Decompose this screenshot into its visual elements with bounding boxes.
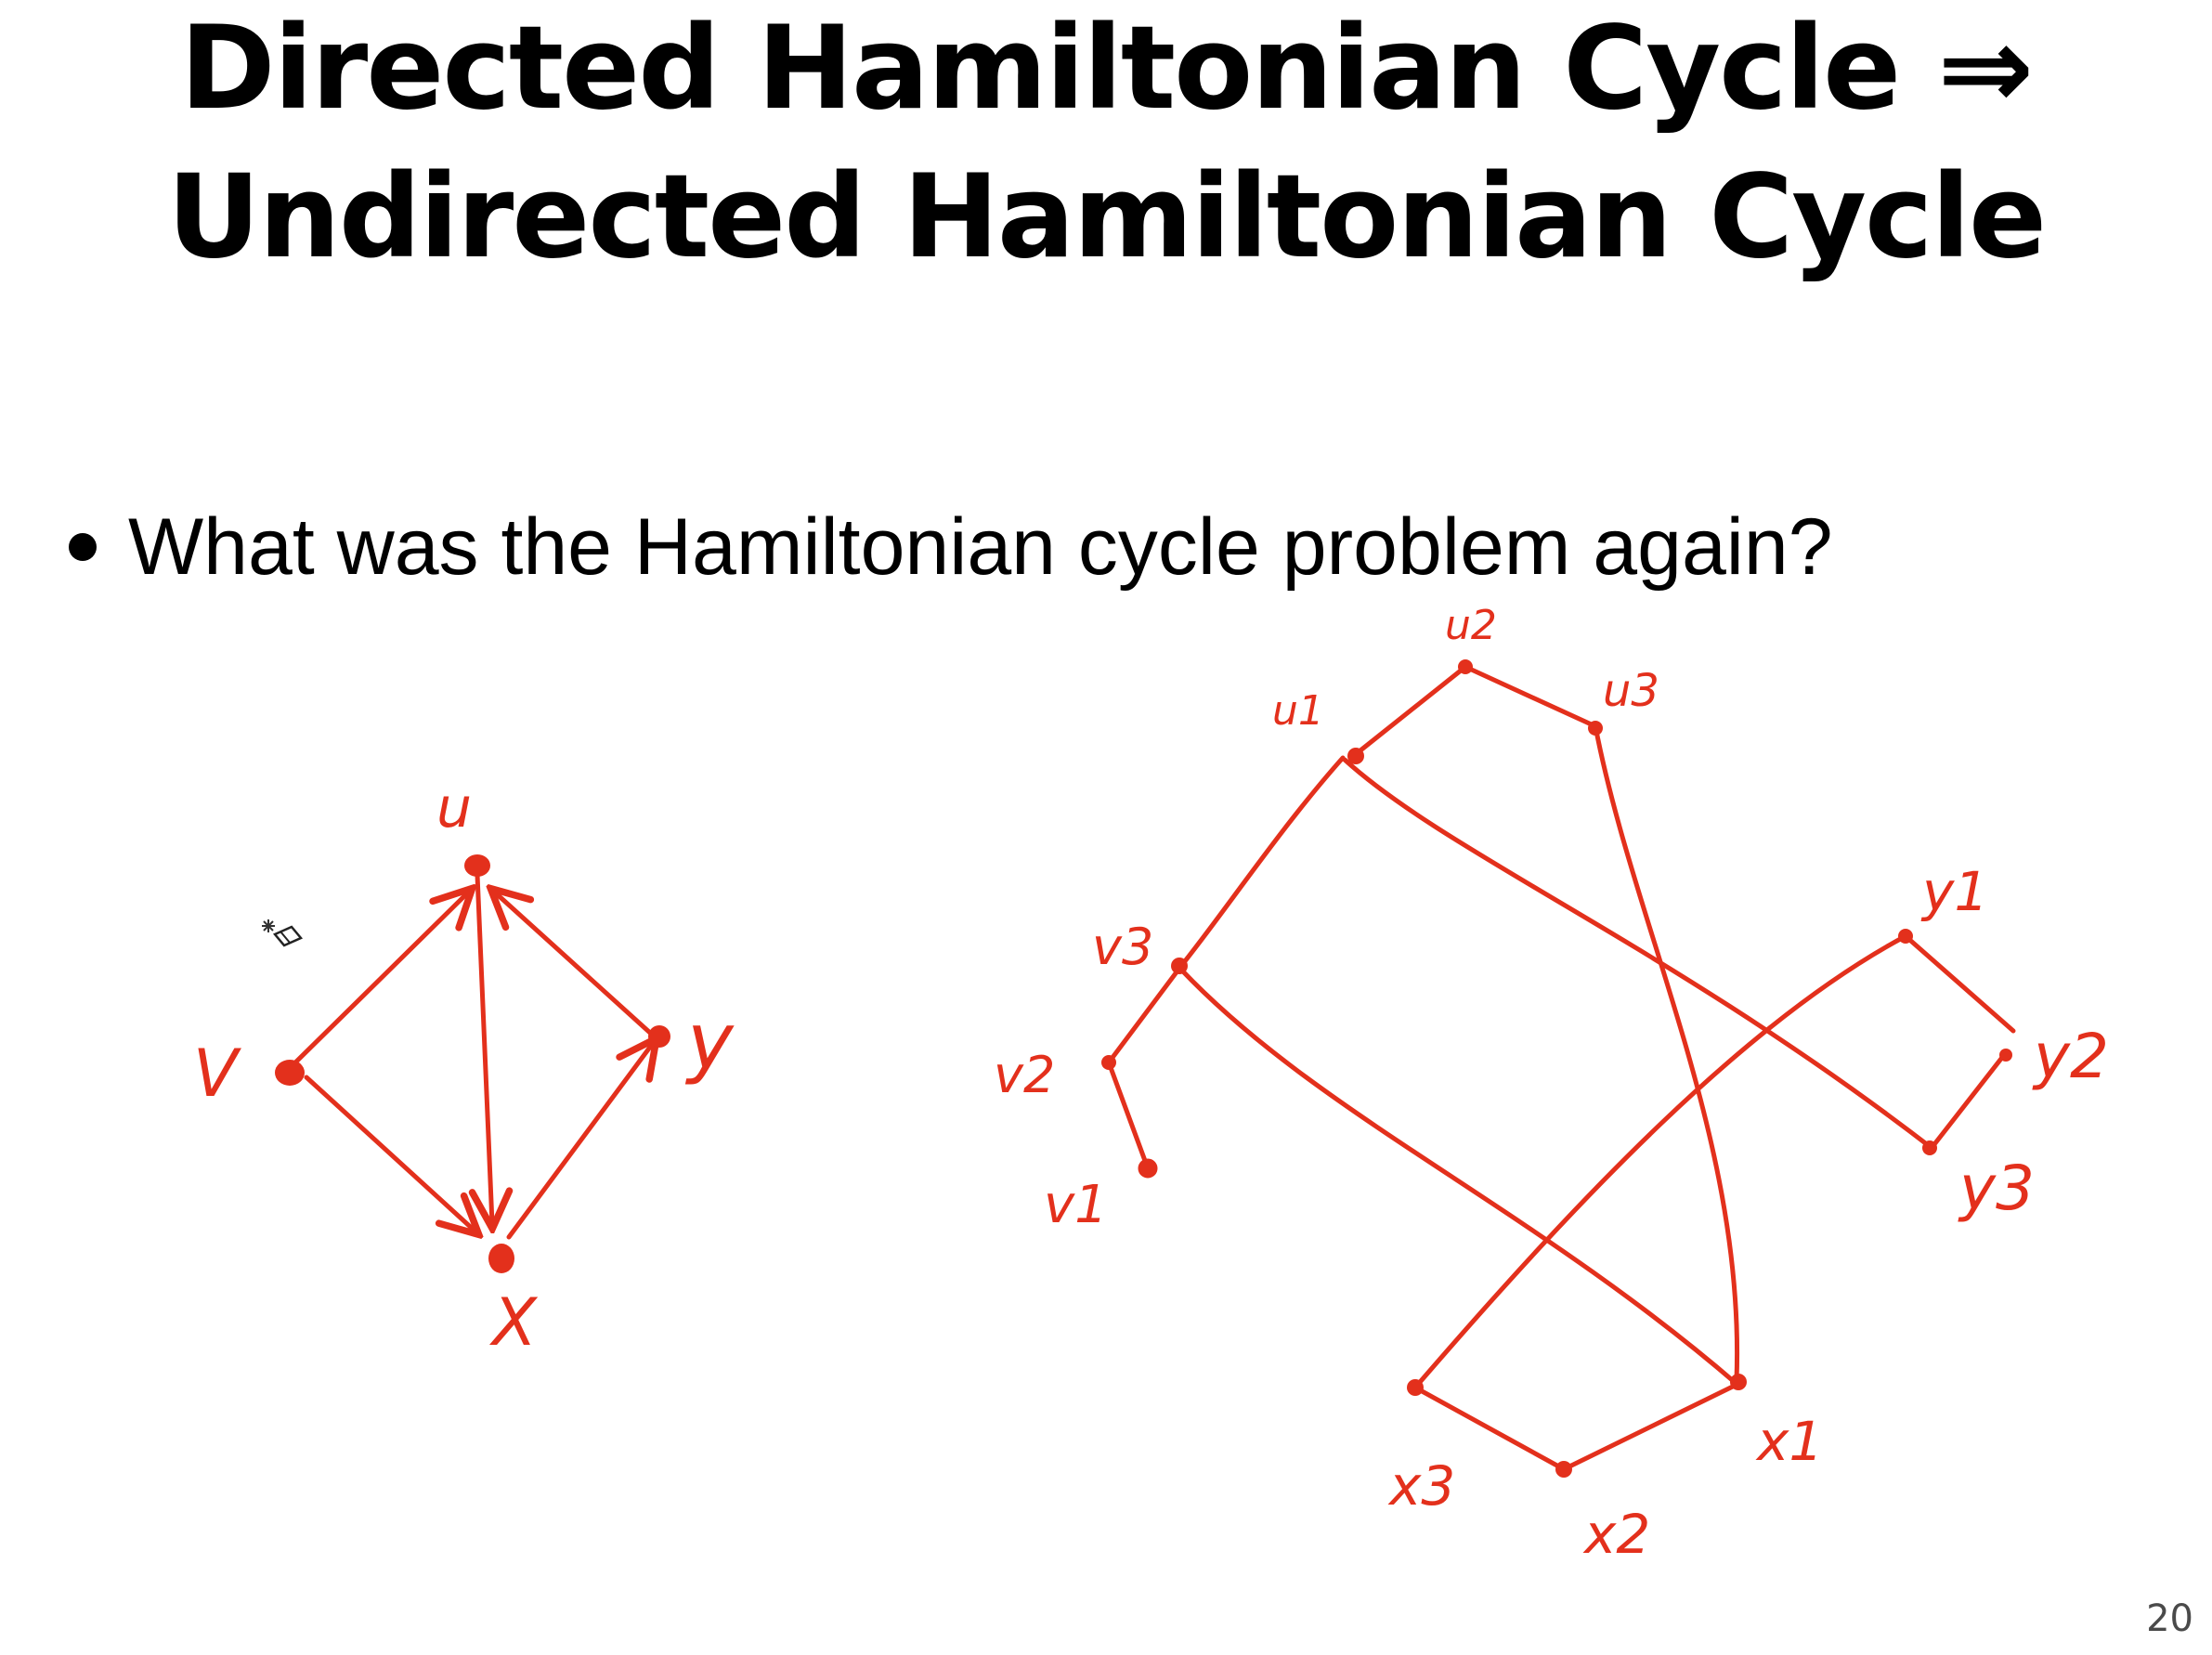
node-y3 (1922, 1140, 1937, 1155)
directed-graph: u V X y (193, 775, 735, 1361)
eraser-icon (262, 919, 304, 947)
page-number: 20 (2146, 1597, 2193, 1640)
node-x3 (1407, 1379, 1424, 1396)
edge-v3-v2 (1106, 963, 1184, 1065)
edge-u1-u2 (1353, 664, 1468, 757)
label-v3: v3 (1092, 918, 1153, 976)
edge-u3-x1 (1593, 723, 1740, 1383)
node-u (464, 854, 490, 877)
edge-u1-y3 (1342, 757, 1934, 1151)
node-v1 (1138, 1158, 1158, 1179)
node-y1 (1898, 929, 1913, 944)
node-v3 (1171, 958, 1188, 974)
node-x1 (1730, 1374, 1747, 1390)
node-u3 (1588, 721, 1603, 736)
label-x2: x2 (1582, 1503, 1650, 1566)
edge-u1-v3 (1178, 755, 1346, 969)
node-u2 (1458, 659, 1473, 674)
label-u2: u2 (1445, 602, 1497, 649)
edge-v2-v1 (1106, 1060, 1151, 1171)
edge-u2-u3 (1463, 664, 1598, 729)
edge-v-u (287, 892, 469, 1071)
label-x3: x3 (1387, 1454, 1455, 1518)
edge-v-x (304, 1075, 475, 1231)
undirected-graph: u2 u1 u3 v3 v2 v1 y1 y2 y3 x1 x2 x3 (994, 602, 2109, 1566)
label-u3: u3 (1603, 665, 1659, 717)
label-x: X (488, 1284, 539, 1361)
label-y: y (684, 996, 735, 1087)
node-y2 (1999, 1049, 2012, 1062)
edge-y1-y2 (1903, 933, 2016, 1034)
slide: Directed Hamiltonian Cycle ⇒ Undirected … (0, 0, 2212, 1655)
node-x (488, 1244, 514, 1273)
edge-u-x (477, 872, 492, 1224)
edge-x2-x1 (1561, 1379, 1745, 1472)
ink-annotations: u V X y u2 u1 u3 v3 v2 v1 y1 y2 y3 x1 x2… (193, 602, 2109, 1566)
node-x2 (1555, 1461, 1572, 1478)
edge-v3-x1 (1178, 967, 1739, 1387)
node-v2 (1101, 1055, 1116, 1070)
node-u1 (1347, 748, 1364, 764)
label-y1: y1 (1920, 860, 1988, 923)
label-u: u (436, 775, 472, 841)
label-v2: v2 (994, 1046, 1055, 1104)
edge-y-u (494, 892, 653, 1036)
label-x1: x1 (1755, 1410, 1823, 1473)
label-v: V (193, 1036, 241, 1112)
edge-x-y (506, 1042, 654, 1240)
node-y (648, 1025, 670, 1048)
node-v (275, 1060, 305, 1086)
label-u1: u1 (1272, 687, 1324, 735)
edge-y2-y3 (1929, 1052, 2007, 1151)
label-v1: v1 (1044, 1175, 1108, 1235)
label-y2: y2 (2032, 1021, 2109, 1092)
label-y3: y3 (1958, 1153, 2035, 1224)
